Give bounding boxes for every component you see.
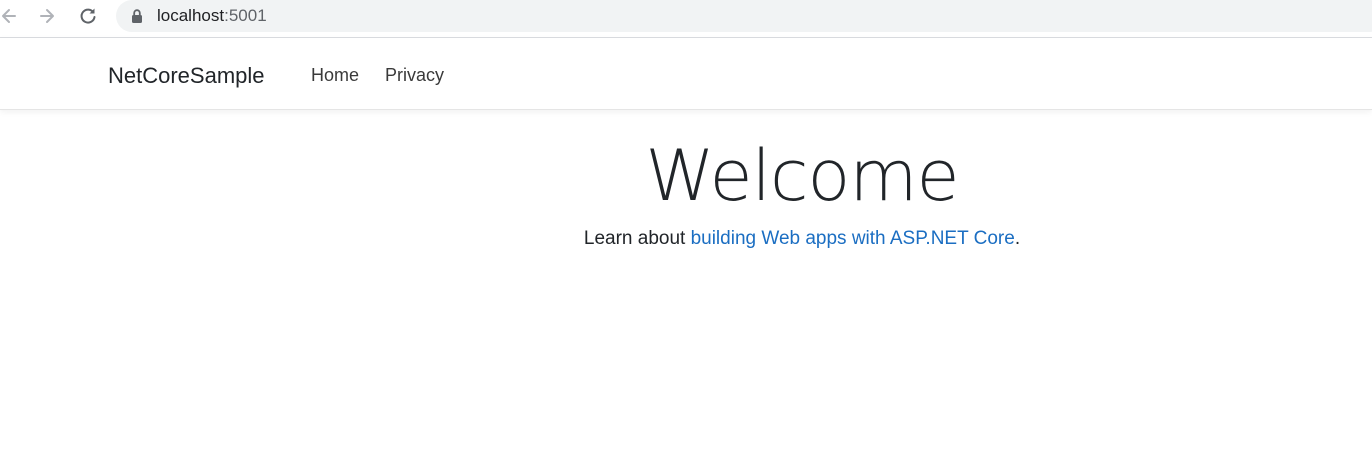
docs-link[interactable]: building Web apps with ASP.NET Core bbox=[691, 228, 1015, 249]
lead-paragraph: Learn about building Web apps with ASP.N… bbox=[0, 226, 1372, 252]
lock-icon bbox=[132, 9, 142, 23]
nav-link-privacy[interactable]: Privacy bbox=[385, 63, 444, 87]
page-title: Welcome bbox=[645, 135, 959, 217]
nav-link-home[interactable]: Home bbox=[311, 63, 359, 87]
brand-link[interactable]: NetCoreSample bbox=[108, 62, 265, 90]
url-port: :5001 bbox=[224, 6, 267, 25]
reload-button[interactable] bbox=[75, 3, 101, 29]
forward-arrow-icon bbox=[40, 9, 54, 23]
url-host: localhost bbox=[157, 6, 225, 25]
main-content: Welcome Learn about building Web apps wi… bbox=[0, 110, 1372, 252]
browser-toolbar: localhost:5001 bbox=[0, 0, 1372, 38]
reload-icon bbox=[80, 8, 96, 24]
back-button[interactable] bbox=[0, 3, 22, 29]
site-navbar: NetCoreSample Home Privacy bbox=[0, 38, 1372, 110]
lead-suffix: . bbox=[1014, 228, 1021, 249]
lead-prefix: Learn about bbox=[583, 228, 691, 249]
forward-button[interactable] bbox=[34, 3, 60, 29]
url-text: localhost:5001 bbox=[157, 5, 267, 27]
address-bar[interactable]: localhost:5001 bbox=[116, 0, 1372, 32]
back-arrow-icon bbox=[2, 9, 16, 23]
